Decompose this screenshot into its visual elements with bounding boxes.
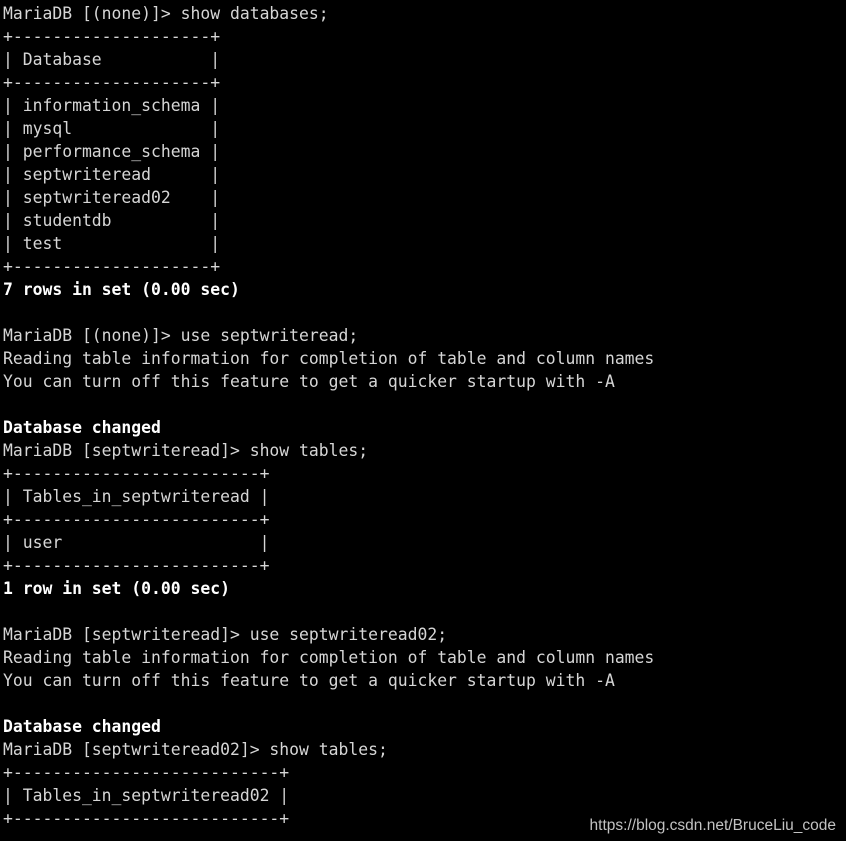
terminal-line: +--------------------+ [3,257,221,276]
terminal-line: Reading table information for completion… [3,349,655,368]
terminal-line: | Database | [3,50,221,69]
terminal-line: You can turn off this feature to get a q… [3,372,615,391]
terminal-line: MariaDB [(none)]> use septwriteread; [3,326,359,345]
terminal-line: | Tables_in_septwriteread02 | [3,786,290,805]
terminal-line: | septwriteread02 | [3,188,221,207]
terminal-line: You can turn off this feature to get a q… [3,671,615,690]
terminal-line: MariaDB [(none)]> show databases; [3,4,329,23]
terminal-line: MariaDB [septwriteread]> use septwritere… [3,625,448,644]
terminal-line: 1 row in set (0.00 sec) [3,579,230,598]
terminal-line: | Tables_in_septwriteread | [3,487,270,506]
terminal-line: Database changed [3,717,161,736]
terminal-line: | information_schema | [3,96,221,115]
terminal-line: 7 rows in set (0.00 sec) [3,280,240,299]
terminal-line: +---------------------------+ [3,809,290,828]
terminal-line: | mysql | [3,119,221,138]
terminal-line: | performance_schema | [3,142,221,161]
terminal-line: Database changed [3,418,161,437]
terminal-output-pane[interactable]: MariaDB [(none)]> show databases; +------… [0,0,846,841]
terminal-line: | user | [3,533,270,552]
terminal-line: +-------------------------+ [3,464,270,483]
terminal-line: +--------------------+ [3,27,221,46]
terminal-line: +-------------------------+ [3,510,270,529]
terminal-line: +---------------------------+ [3,763,290,782]
terminal-line: +-------------------------+ [3,556,270,575]
terminal-line: MariaDB [septwriteread02]> show tables; [3,740,388,759]
terminal-line: | studentdb | [3,211,221,230]
terminal-line: MariaDB [septwriteread]> show tables; [3,441,369,460]
terminal-line: +--------------------+ [3,73,221,92]
terminal-line: | test | [3,234,221,253]
terminal-line: Reading table information for completion… [3,648,655,667]
terminal-line: | septwriteread | [3,165,221,184]
